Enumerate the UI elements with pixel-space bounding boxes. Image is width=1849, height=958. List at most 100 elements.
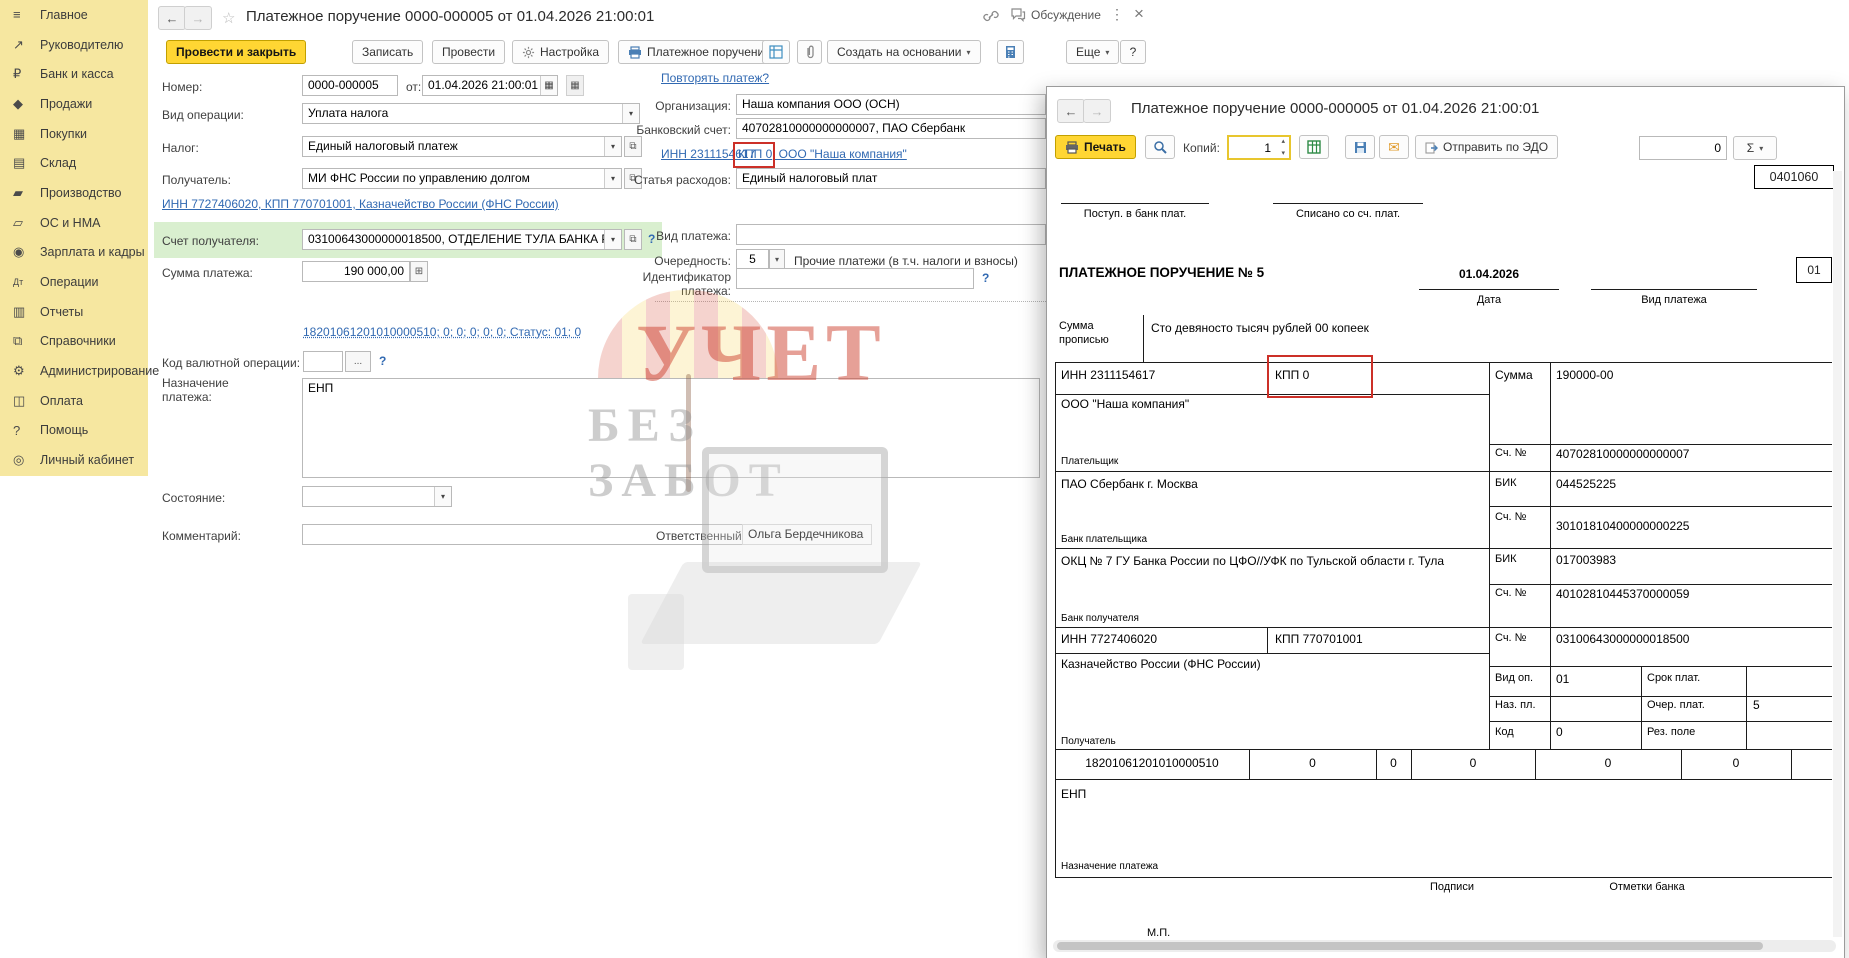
stamp-line <box>1061 203 1209 204</box>
responsible-field[interactable]: Ольга Бердечникова <box>742 524 872 545</box>
print-back-button[interactable]: ← <box>1057 99 1085 123</box>
payment-id-help-icon[interactable]: ? <box>982 271 989 285</box>
tax-field[interactable]: Единый налоговый платеж▾ <box>302 136 622 157</box>
doc-payer-bank-label: Банк плательщика <box>1061 534 1147 545</box>
date-field[interactable]: 01.04.2026 21:00:01▦ <box>422 75 558 96</box>
h-scrollbar-thumb[interactable] <box>1057 942 1763 950</box>
currency-code-more-button[interactable]: ... <box>345 351 371 372</box>
sidebar-item-sklad[interactable]: ▤Склад <box>0 148 148 178</box>
doc-mp-label: М.П. <box>1147 927 1170 939</box>
favorite-star-icon[interactable]: ☆ <box>222 9 235 27</box>
payment-order-print-button[interactable]: Платежное поручение <box>618 40 781 64</box>
doc-marks-label: Отметки банка <box>1557 881 1737 893</box>
spin-up-icon[interactable]: ▴ <box>1281 137 1285 145</box>
priority-label: Очередность: <box>563 254 731 268</box>
sidebar-item-administrirovanie[interactable]: ⚙Администрирование <box>0 356 148 386</box>
sidebar-item-spravochniki[interactable]: ⧉Справочники <box>0 327 148 357</box>
back-button[interactable]: ← <box>158 6 186 30</box>
v-scrollbar-track[interactable] <box>1833 171 1842 937</box>
sidebar-item-zarplata-i-kadry[interactable]: ◉Зарплата и кадры <box>0 238 148 268</box>
organization-field[interactable]: Наша компания ООО (ОСН) <box>736 94 1046 115</box>
sidebar-item-pomoshch[interactable]: ?Помощь <box>0 416 148 446</box>
sidebar-item-oplata[interactable]: ◫Оплата <box>0 386 148 416</box>
post-and-close-button[interactable]: Провести и закрыть <box>166 40 306 64</box>
load-document-button[interactable] <box>762 40 790 64</box>
sidebar-item-operacii[interactable]: ДтОперации <box>0 267 148 297</box>
kbk-link[interactable]: 18201061201010000510; 0; 0; 0; 0; 0; Ста… <box>303 325 581 339</box>
org-name-link[interactable]: , ООО "Наша компания" <box>772 147 907 161</box>
payment-id-field[interactable] <box>736 268 974 289</box>
open-spreadsheet-button[interactable] <box>1299 135 1329 159</box>
books-icon: ⧉ <box>13 333 40 349</box>
ruble-icon: ₽ <box>13 66 40 82</box>
write-button[interactable]: Записать <box>352 40 423 64</box>
paperclip-icon <box>804 45 816 59</box>
magnifier-icon <box>1153 140 1167 154</box>
sidebar-item-os-i-nma[interactable]: ▱ОС и НМА <box>0 208 148 238</box>
amount-calc-icon[interactable]: ⊞ <box>410 261 428 282</box>
sidebar-item-rukovoditelyu[interactable]: ↗Руководителю <box>0 30 148 60</box>
get-link-icon[interactable] <box>983 8 999 24</box>
create-based-on-button[interactable]: Создать на основании ▾ <box>827 40 981 64</box>
attachments-button[interactable] <box>797 40 822 64</box>
purpose-textarea[interactable]: ЕНП <box>302 378 1040 478</box>
bank-account-field[interactable]: 40702810000000000007, ПАО Сбербанк <box>736 118 1046 139</box>
more-button[interactable]: Еще ▾ <box>1066 40 1119 64</box>
help-button[interactable]: ? <box>1120 40 1146 64</box>
menu-dots-icon[interactable]: ⋮ <box>1110 6 1124 23</box>
chevron-down-icon: ▾ <box>1105 48 1109 57</box>
discussion-button[interactable]: Обсуждение <box>1010 7 1101 22</box>
state-field[interactable]: ▾ <box>302 486 452 507</box>
priority-field[interactable]: 5 <box>736 249 769 270</box>
save-button[interactable] <box>1345 135 1375 159</box>
doc-kbk-zero: 0 <box>1376 756 1411 770</box>
number-field[interactable]: 0000-000005 <box>302 75 398 96</box>
doc-line <box>1055 548 1832 549</box>
watermark-laptop-base <box>640 562 922 644</box>
expense-item-field[interactable]: Единый налоговый плат <box>736 168 1046 189</box>
sidebar-item-prodazhi[interactable]: ◆Продажи <box>0 89 148 119</box>
send-edo-button[interactable]: Отправить по ЭДО <box>1415 135 1558 159</box>
tax-open-button[interactable]: ⧉ <box>624 136 642 157</box>
print-preview-window: ← → Платежное поручение 0000-000005 от 0… <box>1046 86 1845 958</box>
chevron-down-icon: ▾ <box>967 48 971 57</box>
priority-dropdown-button[interactable]: ▾ <box>769 249 785 270</box>
amount-field[interactable]: 190 000,00 <box>302 261 410 282</box>
sum-button[interactable]: Σ ▾ <box>1733 136 1777 160</box>
time-list-icon[interactable]: ▦ <box>566 75 584 96</box>
payee-label: Получатель: <box>162 173 231 187</box>
sidebar-item-lichnyy-kabinet[interactable]: ◎Личный кабинет <box>0 445 148 475</box>
payee-details-link[interactable]: ИНН 7727406020, КПП 770701001, Казначейс… <box>162 197 559 211</box>
repeat-payment-link[interactable]: Повторять платеж? <box>661 71 769 85</box>
post-button[interactable]: Провести <box>432 40 505 64</box>
print-forward-button[interactable]: → <box>1083 99 1111 123</box>
chevron-down-icon[interactable]: ▾ <box>434 487 451 506</box>
send-email-button[interactable]: ✉ <box>1379 135 1409 159</box>
print-button[interactable]: Печать <box>1055 135 1136 159</box>
preview-button[interactable] <box>1145 135 1175 159</box>
responsible-label: Ответственный: <box>656 529 745 543</box>
doc-line <box>1055 877 1832 878</box>
register-records-button[interactable] <box>997 40 1024 64</box>
sidebar-item-pokupki[interactable]: ▦Покупки <box>0 119 148 149</box>
counter-field[interactable]: 0 <box>1639 136 1727 160</box>
form-code: 0401060 <box>1770 170 1819 184</box>
close-icon[interactable]: × <box>1134 4 1144 24</box>
currency-code-field[interactable] <box>303 351 343 372</box>
calendar-icon[interactable]: ▦ <box>540 76 557 95</box>
copies-stepper[interactable]: 1 ▴ ▾ <box>1227 135 1291 160</box>
debit-credit-icon: Дт <box>13 277 40 287</box>
sidebar-item-bank-i-kassa[interactable]: ₽Банк и касса <box>0 59 148 89</box>
payment-kind-field[interactable] <box>736 224 1046 245</box>
spin-down-icon[interactable]: ▾ <box>1281 149 1285 157</box>
doc-sum-label: Сумма <box>1495 368 1533 382</box>
forward-button[interactable]: → <box>184 6 212 30</box>
doc-line <box>1791 749 1792 779</box>
currency-code-help-icon[interactable]: ? <box>379 354 386 368</box>
chevron-down-icon[interactable]: ▾ <box>604 137 621 156</box>
stamp-line <box>1273 203 1423 204</box>
settings-button[interactable]: Настройка <box>512 40 609 64</box>
sidebar-item-otchety[interactable]: ▥Отчеты <box>0 297 148 327</box>
sidebar-item-proizvodstvo[interactable]: ▰Производство <box>0 178 148 208</box>
sidebar-item-glavnoe[interactable]: ≡Главное <box>0 0 148 30</box>
